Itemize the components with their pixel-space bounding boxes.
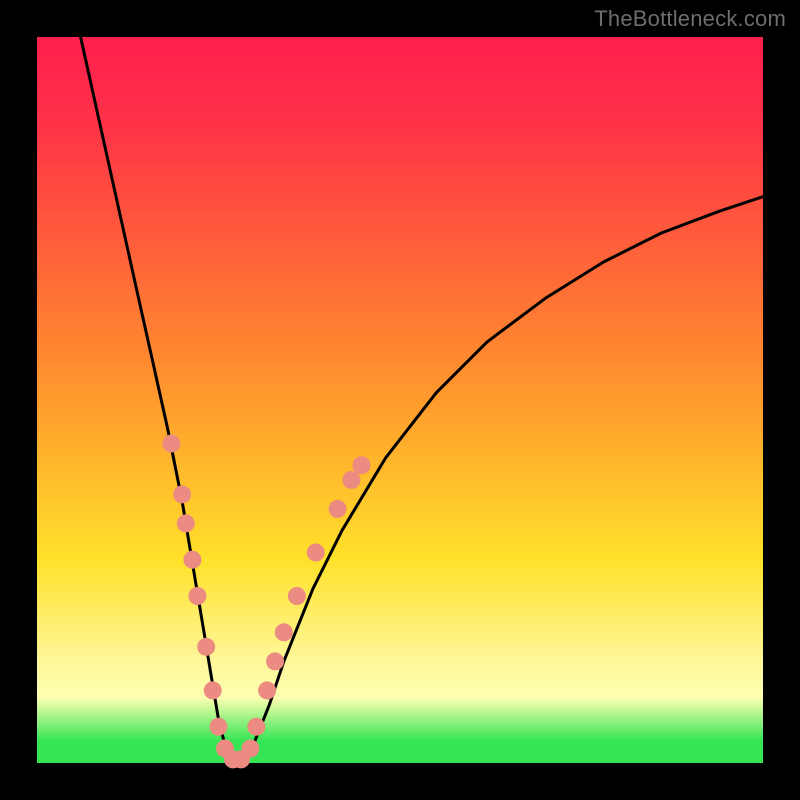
data-marker [288,587,306,605]
watermark-text: TheBottleneck.com [594,6,786,32]
plot-area [37,37,763,763]
data-marker [183,551,201,569]
data-marker [188,587,206,605]
data-marker [275,623,293,641]
data-marker [162,435,180,453]
data-marker [177,514,195,532]
chart-frame: TheBottleneck.com [0,0,800,800]
data-marker [210,718,228,736]
data-marker [342,471,360,489]
chart-svg [37,37,763,763]
data-marker [307,544,325,562]
data-marker [241,740,259,758]
data-marker [197,638,215,656]
data-marker [266,652,284,670]
bottleneck-curve [81,37,763,763]
data-marker [204,681,222,699]
data-marker [353,456,371,474]
data-marker [258,681,276,699]
data-marker [329,500,347,518]
data-marker [247,718,265,736]
data-marker [173,485,191,503]
